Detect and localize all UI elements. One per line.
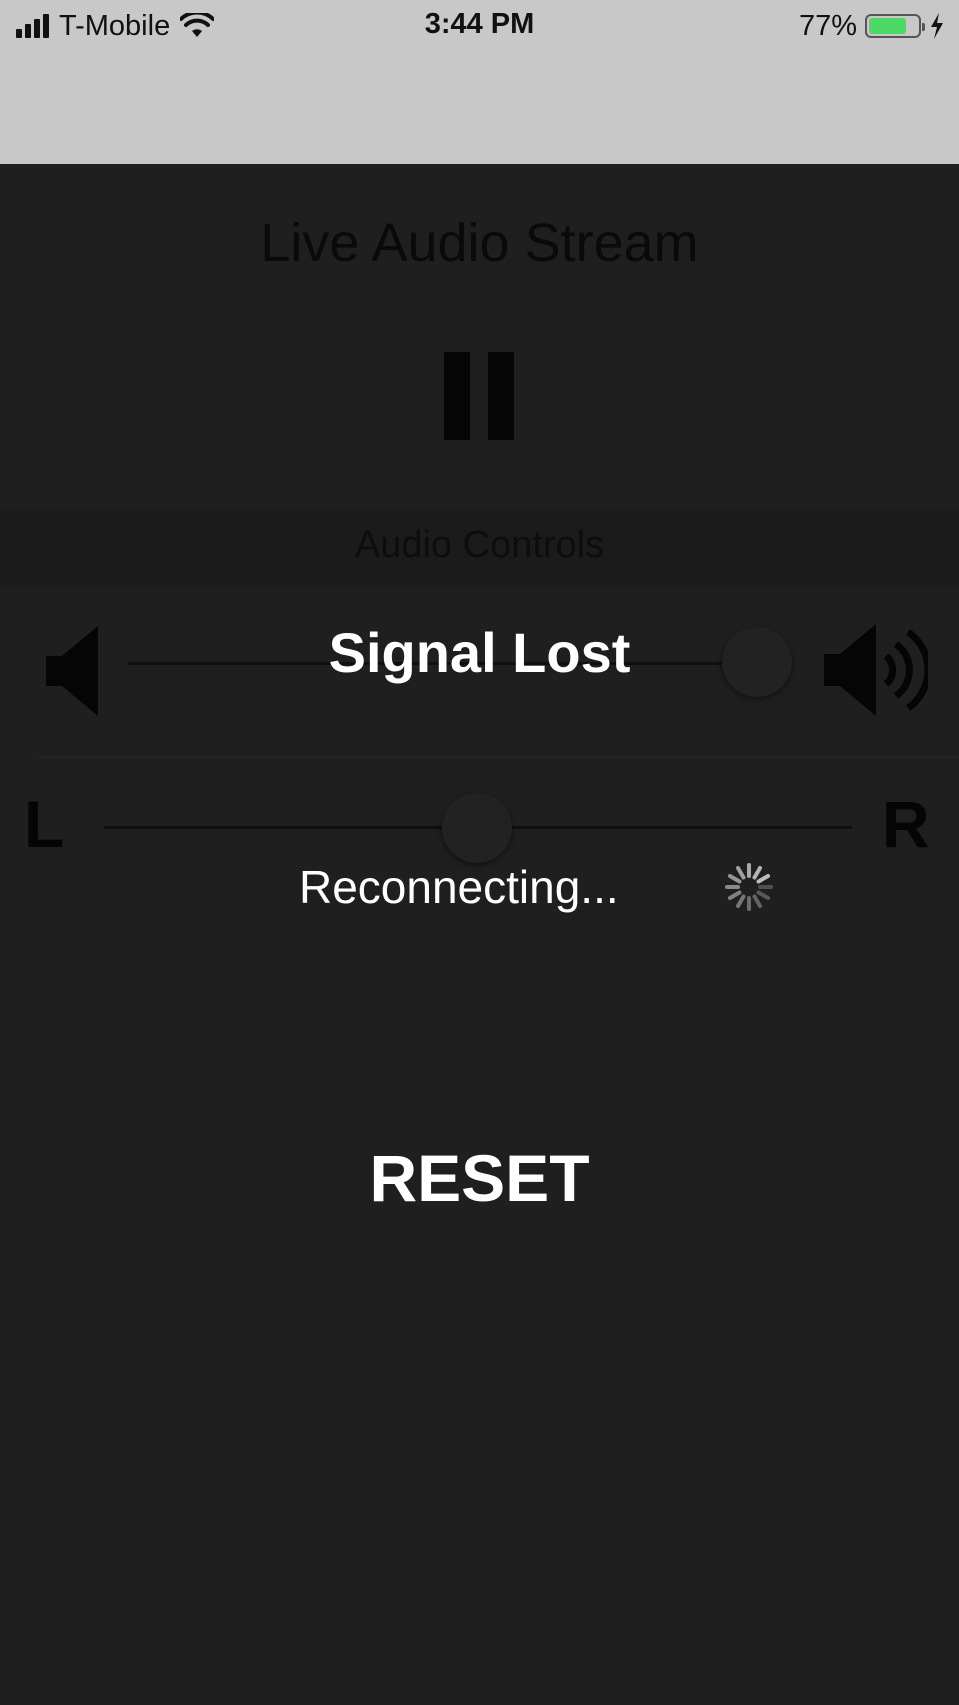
battery-fill [869,18,906,34]
activity-spinner-icon [725,863,773,911]
page-title: Live Audio Stream [260,213,699,273]
status-bar-right: 77% [799,8,945,44]
battery-icon [865,14,925,38]
reconnecting-status: Reconnecting... [299,861,619,913]
spinner-tick [752,894,762,909]
spinner-tick [756,874,771,884]
pause-icon-bar-left [444,352,470,440]
balance-left-label: L [24,787,65,861]
section-divider [38,756,959,758]
spinner-tick [727,874,742,884]
signal-lost-title: Signal Lost [328,621,631,684]
spinner-tick [727,890,742,900]
spinner-tick [736,894,746,909]
pause-button[interactable] [444,352,514,440]
app-screen: T-Mobile 3:44 PM 77% Live Audio Stream A… [0,0,959,1705]
audio-stream-view: Live Audio Stream Audio Controls L R [0,164,959,1705]
battery-percent: 77% [798,9,857,42]
controls-header-label: Audio Controls [354,524,605,566]
spinner-tick [756,890,771,900]
battery-nub [922,23,925,31]
spinner-tick [736,865,746,880]
balance-right-label: R [882,787,930,861]
reset-button[interactable]: RESET [0,1140,959,1216]
pause-icon-bar-right [488,352,514,440]
balance-slider-thumb[interactable] [442,793,512,863]
status-bar-row: T-Mobile 3:44 PM 77% [0,0,959,54]
spinner-tick [752,865,762,880]
lightning-bolt-icon [931,13,943,39]
status-bar: T-Mobile 3:44 PM 77% [0,0,959,164]
